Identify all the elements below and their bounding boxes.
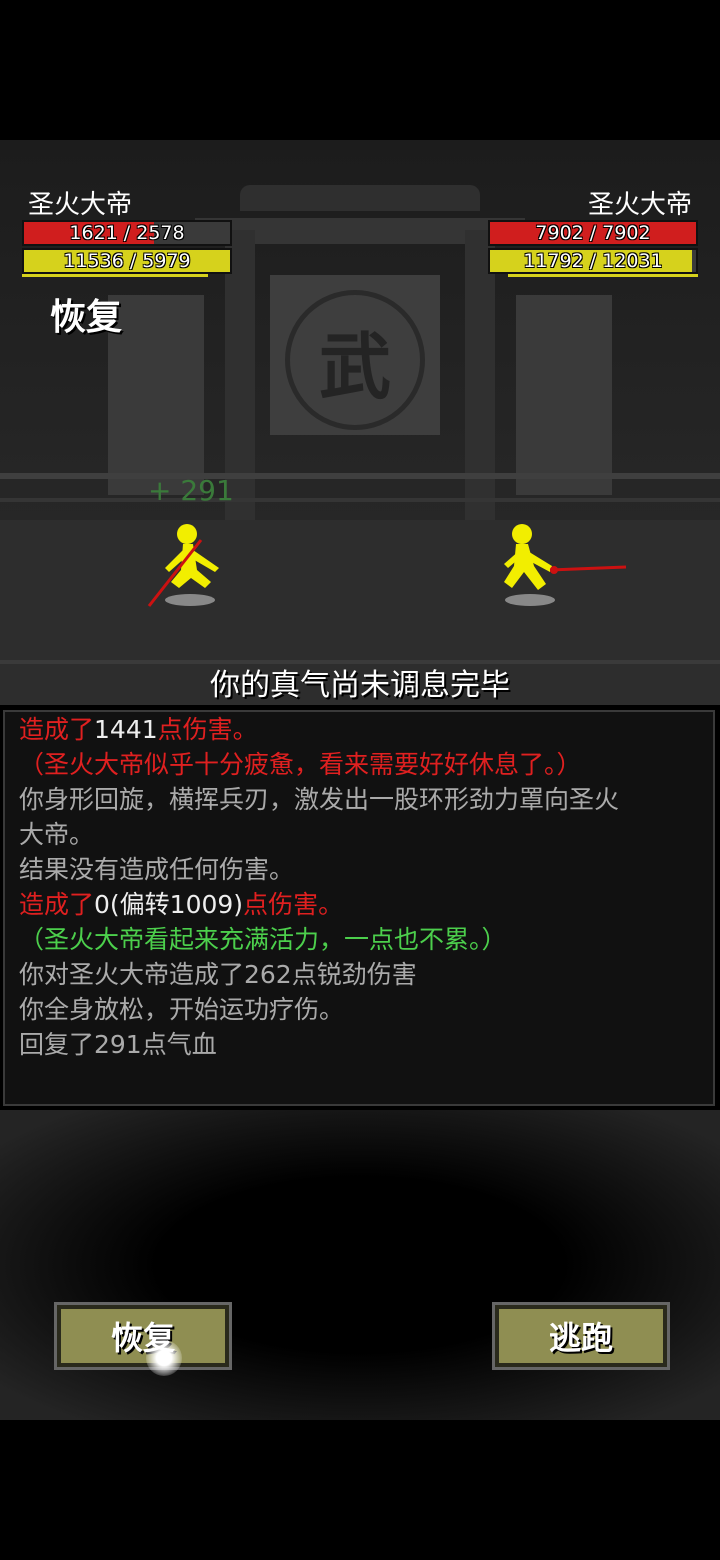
- log-line: （圣火大帝似乎十分疲惫，看来需要好好休息了。）: [19, 747, 699, 782]
- log-line: 造成了1441点伤害。: [19, 712, 699, 747]
- player-qi-bar: 11536 / 5979: [22, 248, 232, 274]
- log-segment: 1441: [94, 715, 158, 744]
- martial-emblem: 武: [285, 290, 425, 430]
- player-status: 恢复: [50, 297, 123, 338]
- enemy-underline: [508, 274, 698, 277]
- enemy-name: 圣火大帝: [587, 190, 692, 220]
- log-segment: （圣火大帝看起来充满活力，一点也不累。）: [19, 925, 507, 954]
- emblem-char: 武: [318, 323, 391, 409]
- recover-button[interactable]: 恢复: [54, 1302, 232, 1370]
- log-segment: 0(偏转1009): [94, 890, 244, 919]
- player-hp-text: 1621 / 2578: [69, 222, 185, 244]
- log-segment: 造成了: [19, 890, 95, 919]
- banner-right: [516, 295, 612, 495]
- gate-roof: [240, 185, 480, 211]
- log-segment: 你对圣火大帝造成了262点锐劲伤害: [19, 960, 417, 989]
- combat-log-lines: 造成了1441点伤害。 （圣火大帝似乎十分疲惫，看来需要好好休息了。） 你身形回旋，…: [19, 712, 699, 1062]
- system-message: 你的真气尚未调息完毕: [210, 668, 510, 703]
- fence-rail-lower: [0, 498, 720, 502]
- enemy-qi-text: 11792 / 12031: [523, 250, 663, 272]
- player-hp-bar: 1621 / 2578: [22, 220, 232, 246]
- log-line: 你对圣火大帝造成了262点锐劲伤害: [19, 957, 699, 992]
- log-line: 大帝。: [19, 817, 699, 852]
- log-segment: 回复了291点气血: [19, 1030, 217, 1059]
- bottom-panel: [0, 1110, 720, 1420]
- player-fighter: [147, 524, 219, 607]
- touch-indicator: [146, 1340, 182, 1376]
- combat-log[interactable]: 造成了1441点伤害。 （圣火大帝似乎十分疲惫，看来需要好好休息了。） 你身形回旋，…: [3, 710, 715, 1106]
- enemy-hp-bar: 7902 / 7902: [488, 220, 698, 246]
- log-segment: 大帝。: [19, 820, 95, 849]
- log-line: 结果没有造成任何伤害。: [19, 852, 699, 887]
- player-underline: [22, 274, 208, 277]
- player-qi-text: 11536 / 5979: [63, 250, 191, 272]
- log-segment: 造成了: [19, 715, 95, 744]
- log-line: 造成了0(偏转1009)点伤害。: [19, 887, 699, 922]
- player-name: 圣火大帝: [28, 190, 133, 220]
- log-line: 你全身放松，开始运功疗伤。: [19, 992, 699, 1027]
- log-segment: （圣火大帝似乎十分疲惫，看来需要好好休息了。）: [19, 750, 582, 779]
- log-segment: 结果没有造成任何伤害。: [19, 855, 295, 884]
- log-segment: 你身形回旋，横挥兵刃，激发出一股环形劲力罩向圣火: [19, 785, 620, 814]
- fence-rail: [0, 473, 720, 479]
- log-line: 回复了291点气血: [19, 1027, 699, 1062]
- banner-left: [108, 295, 204, 495]
- log-segment: 你全身放松，开始运功疗伤。: [19, 995, 345, 1024]
- enemy-fighter: [504, 524, 627, 590]
- log-segment: 点伤害。: [243, 890, 344, 919]
- enemy-hp-text: 7902 / 7902: [535, 222, 651, 244]
- flee-button[interactable]: 逃跑: [492, 1302, 670, 1370]
- enemy-qi-bar: 11792 / 12031: [488, 248, 698, 274]
- log-segment: 点伤害。: [157, 715, 258, 744]
- log-line: （圣火大帝看起来充满活力，一点也不累。）: [19, 922, 699, 957]
- heal-float-text: + 291: [148, 474, 234, 507]
- log-line: 你身形回旋，横挥兵刃，激发出一股环形劲力罩向圣火: [19, 782, 699, 817]
